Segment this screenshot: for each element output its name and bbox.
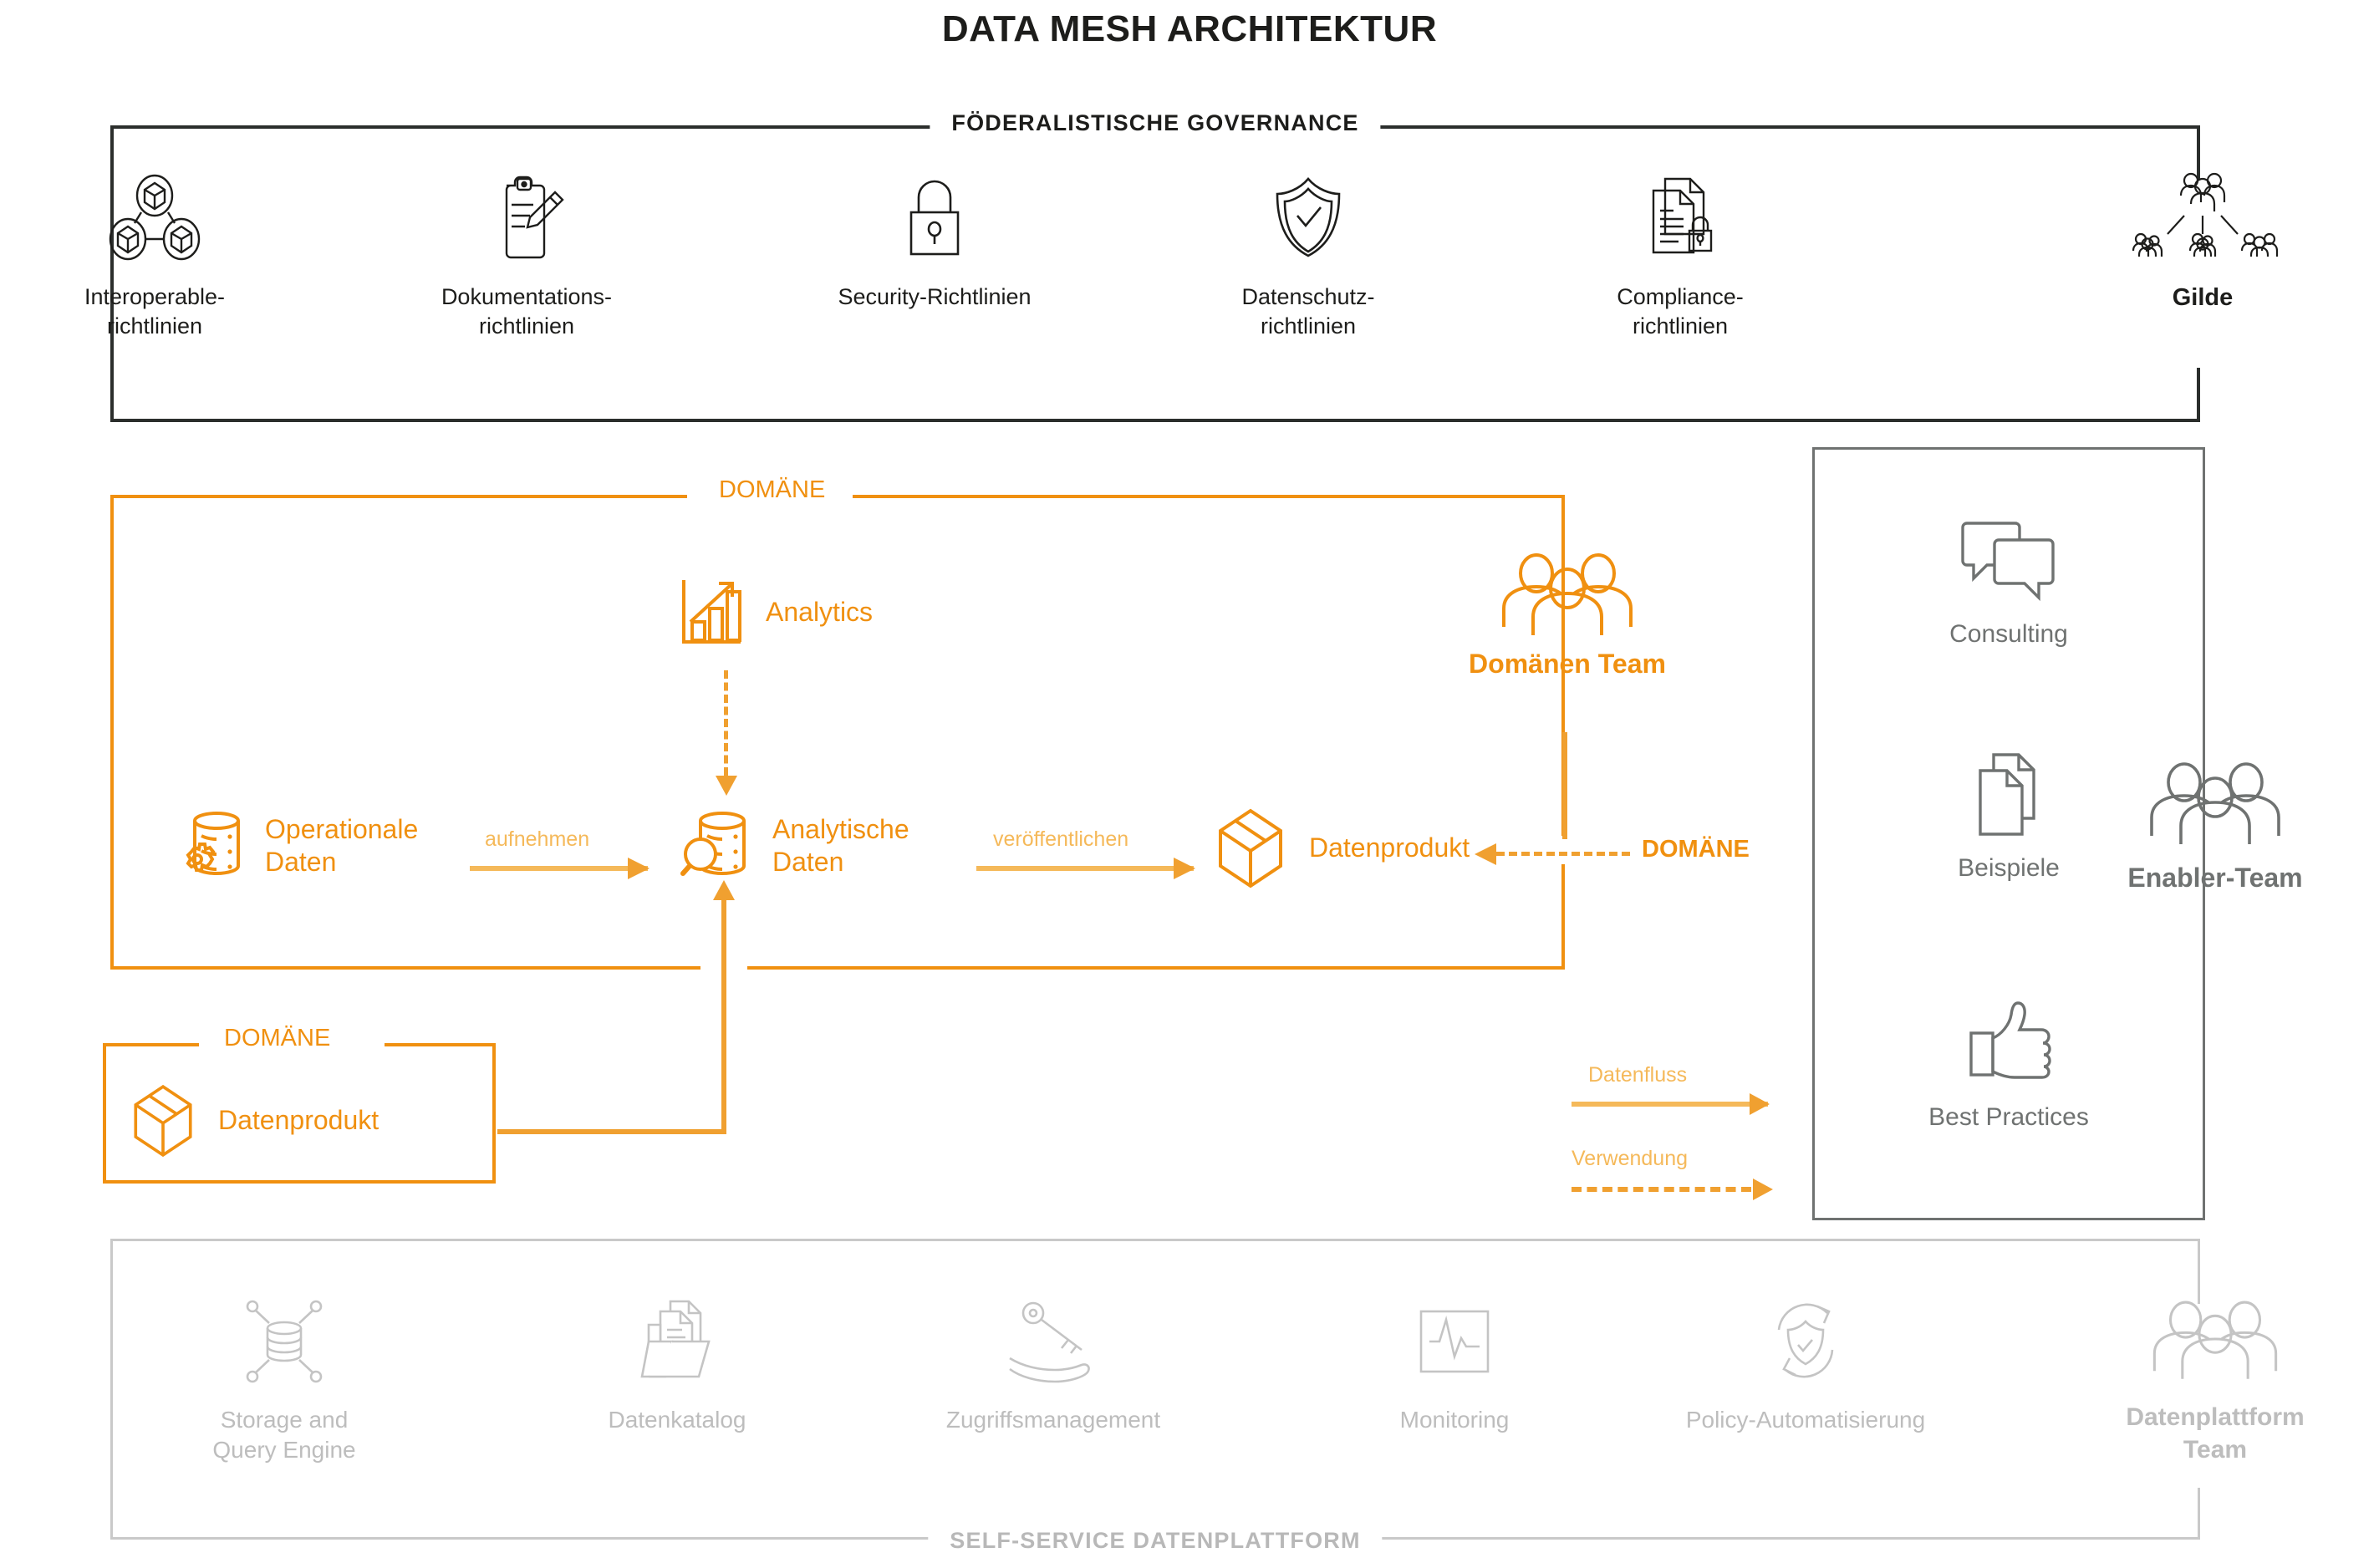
- governance-item-interoperability: Interoperable- richtlinien: [17, 171, 293, 341]
- domain-lower-title: DOMÄNE: [211, 1025, 344, 1052]
- arrow-label-publish: veröffentlichen: [993, 827, 1129, 851]
- people-group-icon: [2073, 1291, 2357, 1379]
- governance-item-documentation: Dokumentations- richtlinien: [389, 171, 665, 341]
- node-analytical-data-label: Analytische Daten: [772, 813, 909, 877]
- storage-query-engine-icon: [142, 1296, 426, 1383]
- arrow-lower-domain-up: [713, 880, 735, 1134]
- governance-item-label: Compliance- richtlinien: [1617, 284, 1744, 339]
- arrow-domain-usage: [1475, 843, 1630, 865]
- policy-automation-icon: [1663, 1296, 1948, 1383]
- arrow-label-ingest: aufnehmen: [485, 827, 590, 851]
- padlock-icon: [797, 171, 1072, 259]
- data-catalog-folder-icon: [535, 1296, 819, 1383]
- domain-section: [110, 495, 1565, 970]
- cube-box-icon: [130, 1083, 196, 1158]
- enabler-item-label: Consulting: [1949, 620, 2068, 648]
- interoperability-nodes-icon: [17, 171, 293, 261]
- enabler-item-label: Best Practices: [1928, 1103, 2089, 1131]
- platform-item-access: Zugriffsmanagement: [911, 1296, 1195, 1435]
- node-platform-team: Datenplattform Team: [2073, 1291, 2357, 1466]
- node-data-product-lower: Datenprodukt: [130, 1083, 379, 1158]
- platform-item-policy: Policy-Automatisierung: [1663, 1296, 1948, 1435]
- monitoring-pulse-icon: [1312, 1296, 1597, 1383]
- domain-title: DOMÄNE: [702, 476, 843, 504]
- page-title: DATA MESH ARCHITEKTUR: [941, 8, 1438, 49]
- speech-bubbles-icon: [1812, 510, 2205, 602]
- governance-item-security: Security-Richtlinien: [797, 171, 1072, 312]
- people-group-icon: [2073, 752, 2357, 844]
- governance-item-label: Datenschutz- richtlinien: [1241, 284, 1375, 339]
- node-operational-data-label: Operationale Daten: [265, 813, 419, 877]
- node-enabler-team: Enabler-Team: [2073, 752, 2357, 893]
- node-enabler-team-label: Enabler-Team: [2127, 863, 2303, 893]
- enabler-item-bestpractices: Best Practices: [1812, 993, 2205, 1132]
- node-domain-team-label: Domänen Team: [1469, 649, 1666, 679]
- arrow-analytics-down: [716, 670, 737, 796]
- platform-item-label: Datenkatalog: [608, 1407, 746, 1433]
- key-hand-icon: [911, 1296, 1195, 1383]
- cube-box-icon: [1214, 807, 1287, 889]
- shield-check-icon: [1170, 171, 1446, 259]
- node-data-product: Datenprodukt: [1214, 807, 1470, 889]
- platform-item-label: Zugriffsmanagement: [945, 1407, 1161, 1433]
- domain-border-gap-right: [1560, 836, 1572, 864]
- platform-item-monitoring: Monitoring: [1312, 1296, 1597, 1435]
- node-analytics: Analytics: [679, 577, 873, 649]
- platform-item-label: Storage and Query Engine: [212, 1407, 356, 1464]
- governance-item-compliance: Compliance- richtlinien: [1542, 171, 1818, 341]
- document-lock-icon: [1542, 171, 1818, 259]
- platform-item-label: Policy-Automatisierung: [1685, 1407, 1926, 1433]
- legend-usage-arrow: [1572, 1179, 1773, 1200]
- arrow-ingest: [470, 858, 650, 879]
- governance-item-guild: Gilde: [2065, 171, 2341, 314]
- node-analytics-label: Analytics: [766, 597, 874, 628]
- bar-chart-growth-icon: [679, 577, 744, 649]
- node-data-product-lower-label: Datenprodukt: [218, 1105, 380, 1136]
- connector-lower-domain-horizontal: [497, 1129, 726, 1134]
- node-analytical-data: Analytische Daten: [679, 807, 909, 884]
- enabler-item-consulting: Consulting: [1812, 510, 2205, 649]
- legend-usage-label: Verwendung: [1572, 1147, 1689, 1170]
- guild-hierarchy-icon: [2065, 171, 2341, 259]
- platform-item-datacatalog: Datenkatalog: [535, 1296, 819, 1435]
- people-group-icon: [1446, 552, 1689, 635]
- connector-domain-team-down: [1562, 732, 1567, 839]
- platform-title: SELF-SERVICE DATENPLATTFORM: [928, 1528, 1383, 1554]
- platform-item-label: Monitoring: [1399, 1407, 1510, 1433]
- thumbs-up-icon: [1812, 993, 2205, 1085]
- guild-label: Gilde: [2172, 284, 2234, 311]
- domain-side-label: DOMÄNE: [1642, 836, 1750, 863]
- node-data-product-label: Datenprodukt: [1309, 832, 1470, 863]
- database-gear-icon: [171, 807, 243, 884]
- governance-item-label: Interoperable- richtlinien: [84, 284, 226, 339]
- platform-item-storage: Storage and Query Engine: [142, 1296, 426, 1466]
- database-search-icon: [679, 807, 751, 884]
- governance-item-label: Security-Richtlinien: [838, 284, 1032, 309]
- governance-item-dataprotection: Datenschutz- richtlinien: [1170, 171, 1446, 341]
- legend-dataflow-arrow: [1572, 1093, 1770, 1115]
- clipboard-pencil-icon: [389, 171, 665, 259]
- legend-dataflow-label: Datenfluss: [1588, 1063, 1688, 1087]
- governance-item-label: Dokumentations- richtlinien: [441, 284, 613, 339]
- arrow-publish: [976, 858, 1195, 879]
- node-operational-data: Operationale Daten: [171, 807, 418, 884]
- governance-title: FÖDERALISTISCHE GOVERNANCE: [930, 110, 1381, 136]
- node-platform-team-label: Datenplattform Team: [2126, 1403, 2305, 1464]
- node-domain-team: Domänen Team: [1446, 552, 1689, 680]
